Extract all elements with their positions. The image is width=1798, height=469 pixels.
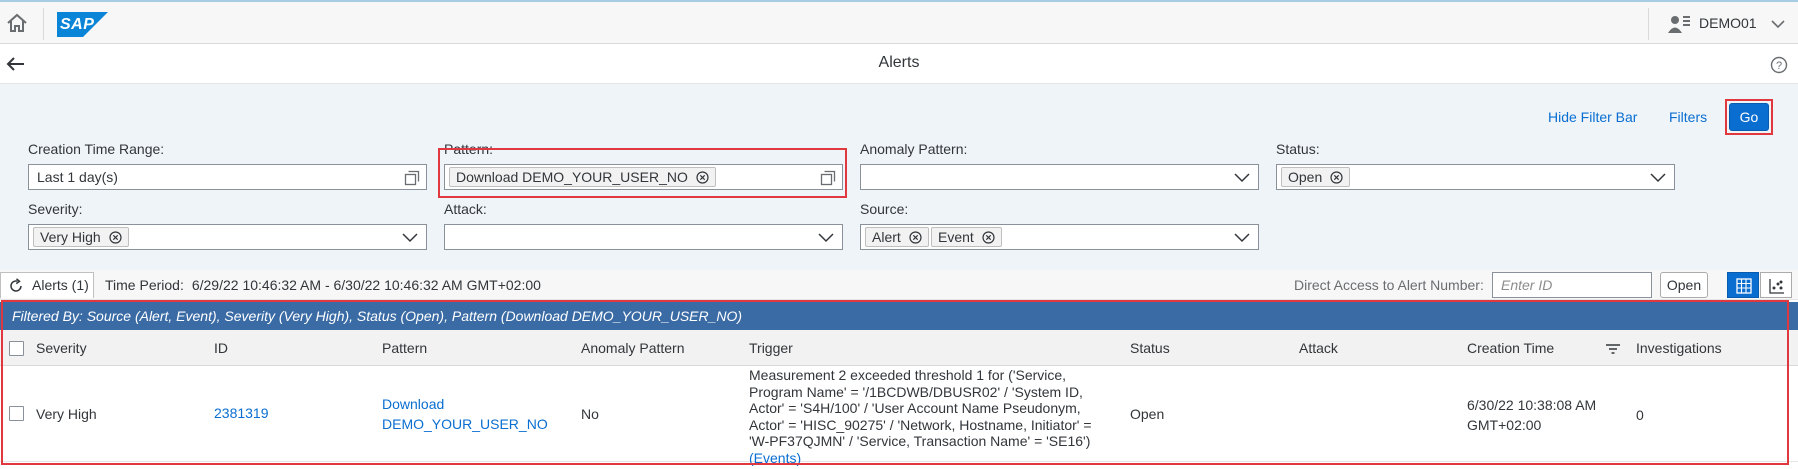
hide-filter-bar-link[interactable]: Hide Filter Bar: [1548, 109, 1637, 125]
filter-info-bar: Filtered By: Source (Alert, Event), Seve…: [0, 302, 1798, 330]
trigger-text: Measurement 2 exceeded threshold 1 for (…: [749, 367, 1092, 449]
chevron-down-icon[interactable]: [1770, 17, 1786, 31]
cell-status: Open: [1130, 406, 1165, 422]
refresh-icon[interactable]: [8, 278, 24, 294]
table-row[interactable]: Very High 2381319 Download DEMO_YOUR_USE…: [0, 366, 1798, 466]
cell-pattern-link[interactable]: Download: [382, 396, 444, 412]
column-investigations[interactable]: Investigations: [1636, 340, 1722, 356]
cell-creation-time: 6/30/22 10:38:08 AM: [1467, 397, 1597, 413]
attack-label: Attack:: [444, 201, 487, 217]
pattern-label: Pattern:: [444, 141, 494, 157]
token-remove-icon[interactable]: [909, 231, 922, 244]
row-checkbox[interactable]: [9, 406, 24, 421]
source-token-alert[interactable]: Alert: [865, 227, 929, 247]
sort-icon[interactable]: [1605, 343, 1621, 355]
column-attack[interactable]: Attack: [1299, 340, 1338, 356]
shell-divider: [43, 8, 44, 40]
severity-token-text: Very High: [40, 229, 101, 245]
severity-token[interactable]: Very High: [33, 227, 129, 247]
table-view-button[interactable]: [1727, 272, 1759, 298]
creation-time-value: Last 1 day(s): [37, 169, 118, 185]
user-name[interactable]: DEMO01: [1699, 15, 1757, 31]
value-help-icon[interactable]: [820, 170, 836, 186]
pattern-token-text: Download DEMO_YOUR_USER_NO: [456, 169, 688, 185]
source-token-text: Alert: [872, 229, 901, 245]
severity-select[interactable]: Very High: [28, 224, 427, 250]
source-label: Source:: [860, 201, 909, 217]
chart-view-button[interactable]: [1760, 272, 1792, 298]
anomaly-pattern-select[interactable]: [860, 164, 1259, 190]
alerts-count-label: Alerts (1): [32, 277, 89, 293]
cell-trigger: Measurement 2 exceeded threshold 1 for (…: [749, 367, 1099, 466]
svg-text:?: ?: [1776, 60, 1782, 72]
cell-investigations: 0: [1636, 407, 1644, 423]
alerts-tab[interactable]: Alerts (1): [0, 272, 94, 298]
filter-info-text: Filtered By: Source (Alert, Event), Seve…: [12, 308, 743, 324]
cell-severity: Very High: [36, 406, 97, 422]
direct-access-label: Direct Access to Alert Number:: [1294, 277, 1484, 293]
chevron-down-icon[interactable]: [1234, 171, 1250, 183]
pattern-token[interactable]: Download DEMO_YOUR_USER_NO: [449, 167, 716, 187]
go-button[interactable]: Go: [1729, 103, 1769, 131]
cell-anomaly-pattern: No: [581, 406, 599, 422]
page-title: Alerts: [878, 54, 920, 71]
chart-view-icon: [1769, 279, 1784, 294]
status-label: Status:: [1276, 141, 1320, 157]
table-toolbar: Alerts (1) Time Period: 6/29/22 10:46:32 …: [0, 270, 1798, 300]
token-remove-icon[interactable]: [109, 231, 122, 244]
column-id[interactable]: ID: [214, 340, 228, 356]
pattern-input[interactable]: Download DEMO_YOUR_USER_NO: [444, 164, 843, 190]
cell-id-link[interactable]: 2381319: [214, 405, 269, 421]
alert-id-input[interactable]: Enter ID: [1492, 272, 1652, 298]
help-icon[interactable]: ?: [1770, 56, 1788, 74]
token-remove-icon[interactable]: [982, 231, 995, 244]
table-view-icon: [1736, 278, 1752, 294]
user-icon[interactable]: [1668, 14, 1690, 34]
creation-time-input[interactable]: Last 1 day(s): [28, 164, 427, 190]
token-remove-icon[interactable]: [696, 171, 709, 184]
status-token-text: Open: [1288, 169, 1323, 185]
page-header: Alerts ?: [0, 44, 1798, 84]
token-remove-icon[interactable]: [1330, 171, 1343, 184]
time-period-value: 6/29/22 10:46:32 AM - 6/30/22 10:46:32 A…: [191, 277, 541, 293]
status-select[interactable]: Open: [1276, 164, 1675, 190]
cell-creation-time-2: GMT+02:00: [1467, 417, 1542, 433]
column-severity[interactable]: Severity: [36, 340, 87, 356]
source-token-event[interactable]: Event: [931, 227, 1002, 247]
events-link[interactable]: (Events): [749, 450, 801, 466]
value-help-icon[interactable]: [404, 170, 420, 186]
attack-select[interactable]: [444, 224, 843, 250]
column-pattern[interactable]: Pattern: [382, 340, 427, 356]
column-creation-time[interactable]: Creation Time: [1467, 340, 1554, 356]
table-header: Severity ID Pattern Anomaly Pattern Trig…: [0, 330, 1798, 366]
cell-pattern-link-2[interactable]: DEMO_YOUR_USER_NO: [382, 416, 548, 432]
chevron-down-icon[interactable]: [1650, 171, 1666, 183]
home-icon[interactable]: [4, 10, 30, 36]
creation-time-label: Creation Time Range:: [28, 141, 165, 157]
source-select[interactable]: Alert Event: [860, 224, 1259, 250]
sap-logo[interactable]: SAP: [57, 12, 108, 37]
severity-label: Severity:: [28, 201, 83, 217]
select-all-checkbox[interactable]: [9, 341, 24, 356]
open-button[interactable]: Open: [1660, 272, 1708, 298]
shell-divider-right: [1648, 8, 1649, 40]
anomaly-pattern-label: Anomaly Pattern:: [860, 141, 968, 157]
time-period: Time Period: 6/29/22 10:46:32 AM - 6/30/2…: [105, 277, 541, 293]
chevron-down-icon[interactable]: [818, 231, 834, 243]
column-anomaly-pattern[interactable]: Anomaly Pattern: [581, 340, 685, 356]
chevron-down-icon[interactable]: [402, 231, 418, 243]
column-trigger[interactable]: Trigger: [749, 340, 793, 356]
filters-link[interactable]: Filters: [1669, 109, 1707, 125]
status-token[interactable]: Open: [1281, 167, 1351, 187]
shell-bar: SAP DEMO01: [0, 0, 1798, 44]
column-status[interactable]: Status: [1130, 340, 1170, 356]
time-period-label: Time Period:: [105, 277, 184, 293]
source-token-text: Event: [938, 229, 974, 245]
chevron-down-icon[interactable]: [1234, 231, 1250, 243]
logo-text: SAP: [60, 16, 95, 33]
